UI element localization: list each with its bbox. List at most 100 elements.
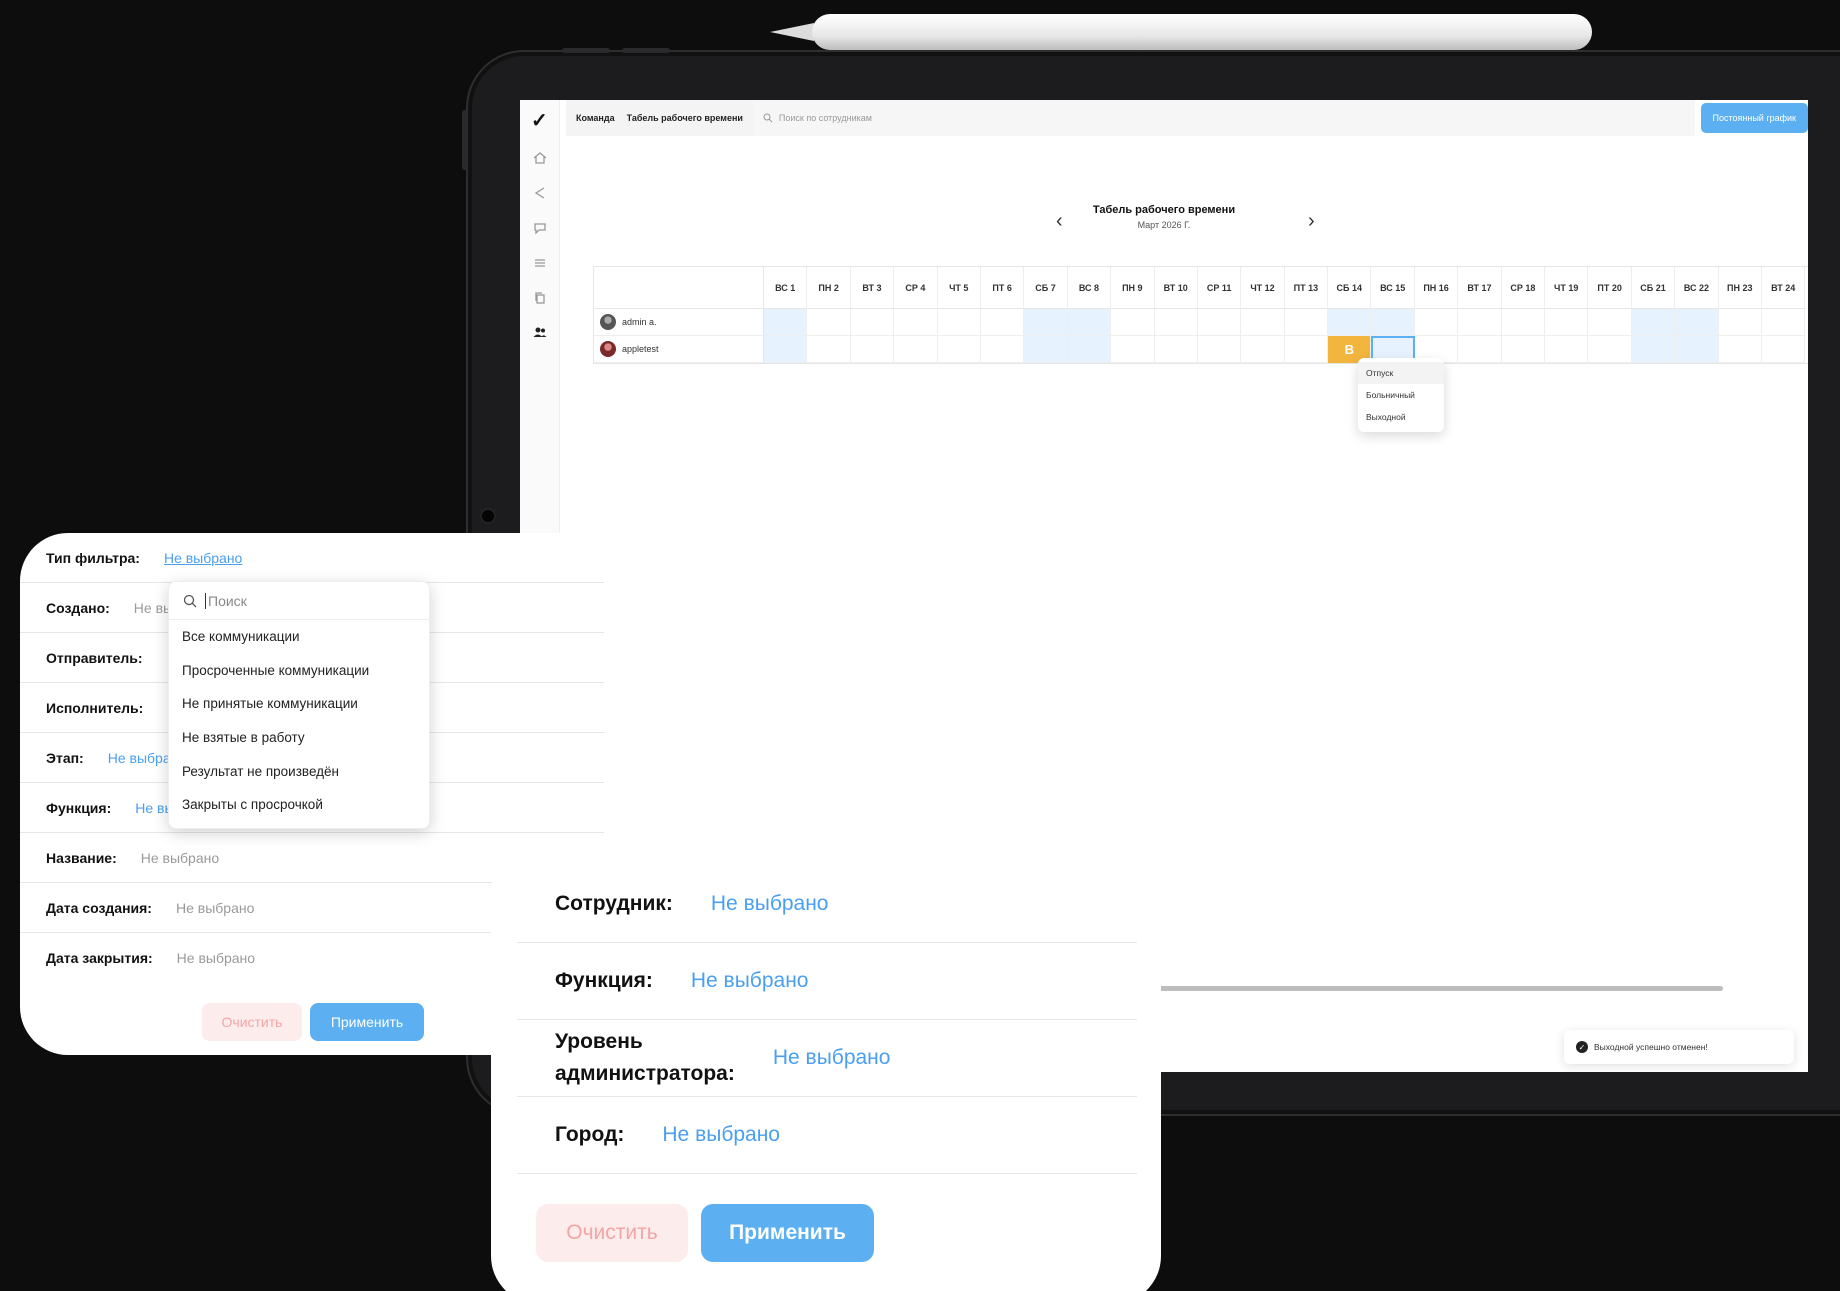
- day-cell[interactable]: [1761, 309, 1806, 336]
- day-cell[interactable]: [807, 309, 851, 336]
- day-cell[interactable]: [1241, 336, 1285, 363]
- day-cell[interactable]: [1414, 309, 1459, 336]
- day-cell[interactable]: [1631, 336, 1676, 363]
- horizontal-scrollbar[interactable]: [1075, 986, 1723, 991]
- day-cell[interactable]: [937, 336, 981, 363]
- day-cell[interactable]: [1458, 309, 1502, 336]
- day-cell[interactable]: [1718, 309, 1762, 336]
- employee-name: admin a.: [622, 317, 657, 327]
- filter-value[interactable]: Не выбрано: [773, 1046, 891, 1070]
- day-cell[interactable]: [807, 336, 851, 363]
- filter-row-type[interactable]: Тип фильтра: Не выбрано: [20, 533, 604, 583]
- employee-cell[interactable]: appletest: [594, 336, 764, 363]
- filter-label: Исполнитель:: [46, 699, 144, 716]
- dropdown-option[interactable]: Не взятые в работу: [169, 721, 429, 755]
- breadcrumb-team[interactable]: Команда: [576, 113, 615, 123]
- breadcrumb-timesheet[interactable]: Табель рабочего времени: [627, 113, 743, 123]
- day-cell[interactable]: [980, 309, 1025, 336]
- filter-value[interactable]: Не выбрано: [141, 850, 219, 866]
- filter-label-line1: Уровень: [555, 1030, 643, 1053]
- menu-item-sick-leave[interactable]: Больничный: [1358, 384, 1444, 406]
- day-cell[interactable]: [1761, 336, 1806, 363]
- home-icon[interactable]: [532, 150, 548, 166]
- day-cell[interactable]: [1241, 309, 1285, 336]
- day-cell[interactable]: [980, 336, 1025, 363]
- toast-notification: ✓ Выходной успешно отменен!: [1564, 1030, 1794, 1064]
- dropdown-search-input[interactable]: Поиск: [169, 582, 429, 620]
- day-cell[interactable]: [1588, 336, 1632, 363]
- day-cell[interactable]: [1024, 309, 1068, 336]
- day-cell[interactable]: [1111, 336, 1155, 363]
- day-cell[interactable]: [1067, 309, 1112, 336]
- day-cell[interactable]: [894, 309, 938, 336]
- clear-button[interactable]: Очистить: [202, 1003, 302, 1041]
- day-cell[interactable]: [1631, 309, 1676, 336]
- avatar: [600, 341, 616, 357]
- filter-value[interactable]: Не выбрано: [176, 900, 254, 916]
- employee-search[interactable]: Поиск по сотрудникам: [752, 100, 1695, 136]
- day-cell[interactable]: [1675, 309, 1719, 336]
- day-cell[interactable]: [1718, 336, 1762, 363]
- timesheet-title: Табель рабочего времени: [1092, 204, 1236, 216]
- day-cell[interactable]: [1197, 336, 1242, 363]
- filter-row-city[interactable]: Город: Не выбрано: [517, 1097, 1137, 1174]
- day-cell[interactable]: [1501, 336, 1546, 363]
- day-cell[interactable]: [764, 309, 808, 336]
- filter-row-admin-level[interactable]: Уровень администратора: Не выбрано: [517, 1020, 1137, 1097]
- filter-value[interactable]: Не выбрано: [711, 892, 829, 916]
- day-cell[interactable]: [1675, 336, 1719, 363]
- pencil-image: [770, 14, 1592, 50]
- day-cell[interactable]: [1197, 309, 1242, 336]
- team-icon[interactable]: [532, 324, 548, 340]
- dropdown-option[interactable]: Все коммуникации: [169, 620, 429, 654]
- prev-month-icon[interactable]: ‹: [1056, 210, 1063, 233]
- day-cell[interactable]: [850, 309, 895, 336]
- day-cell[interactable]: [1284, 309, 1329, 336]
- toast-text: Выходной успешно отменен!: [1594, 1042, 1708, 1052]
- day-cell[interactable]: [937, 309, 981, 336]
- filter-value[interactable]: Не выбрано: [662, 1123, 780, 1147]
- filter-label-line2: администратора:: [555, 1062, 735, 1085]
- day-cell[interactable]: [1501, 309, 1546, 336]
- filter-value[interactable]: Не выбрано: [177, 950, 255, 966]
- filter-label: Город:: [555, 1123, 625, 1146]
- day-cell[interactable]: [1024, 336, 1068, 363]
- apply-button[interactable]: Применить: [701, 1204, 874, 1262]
- filter-row-function[interactable]: Функция: Не выбрано: [517, 943, 1137, 1020]
- day-cell[interactable]: [894, 336, 938, 363]
- filter-value[interactable]: Не выбрано: [164, 550, 242, 566]
- day-cell[interactable]: [1111, 309, 1155, 336]
- share-icon[interactable]: [532, 185, 548, 201]
- day-cell[interactable]: [1284, 336, 1329, 363]
- next-month-icon[interactable]: ›: [1308, 210, 1315, 233]
- tablet-button: [462, 110, 467, 170]
- filter-row-employee[interactable]: Сотрудник: Не выбрано: [517, 866, 1137, 943]
- filter-value[interactable]: Не выбрано: [691, 969, 809, 993]
- day-cell[interactable]: [764, 336, 808, 363]
- dropdown-option[interactable]: Результат не произведён: [169, 754, 429, 788]
- day-cell[interactable]: [850, 336, 895, 363]
- employee-cell[interactable]: admin a.: [594, 309, 764, 336]
- list-icon[interactable]: [532, 255, 548, 271]
- check-icon: ✓: [1576, 1041, 1588, 1053]
- day-cell[interactable]: [1371, 309, 1415, 336]
- apply-button[interactable]: Применить: [310, 1003, 424, 1041]
- day-cell[interactable]: [1154, 309, 1198, 336]
- copy-icon[interactable]: [532, 290, 548, 306]
- day-header: ВС 8: [1067, 267, 1112, 309]
- menu-item-vacation[interactable]: Отпуск: [1358, 362, 1444, 384]
- day-cell[interactable]: [1545, 309, 1589, 336]
- day-cell[interactable]: [1588, 309, 1632, 336]
- dropdown-option[interactable]: Закрыты с просрочкой: [169, 788, 429, 822]
- clear-button[interactable]: Очистить: [536, 1204, 688, 1262]
- day-cell[interactable]: [1067, 336, 1112, 363]
- dropdown-option[interactable]: Просроченные коммуникации: [169, 654, 429, 688]
- filter-label: Функция:: [555, 969, 653, 992]
- day-cell[interactable]: [1545, 336, 1589, 363]
- dropdown-option[interactable]: Не принятые коммуникации: [169, 687, 429, 721]
- day-cell[interactable]: [1154, 336, 1198, 363]
- day-cell[interactable]: [1458, 336, 1502, 363]
- day-cell[interactable]: [1328, 309, 1372, 336]
- permanent-schedule-button[interactable]: Постоянный график: [1700, 103, 1808, 133]
- menu-item-day-off[interactable]: Выходной: [1358, 406, 1444, 428]
